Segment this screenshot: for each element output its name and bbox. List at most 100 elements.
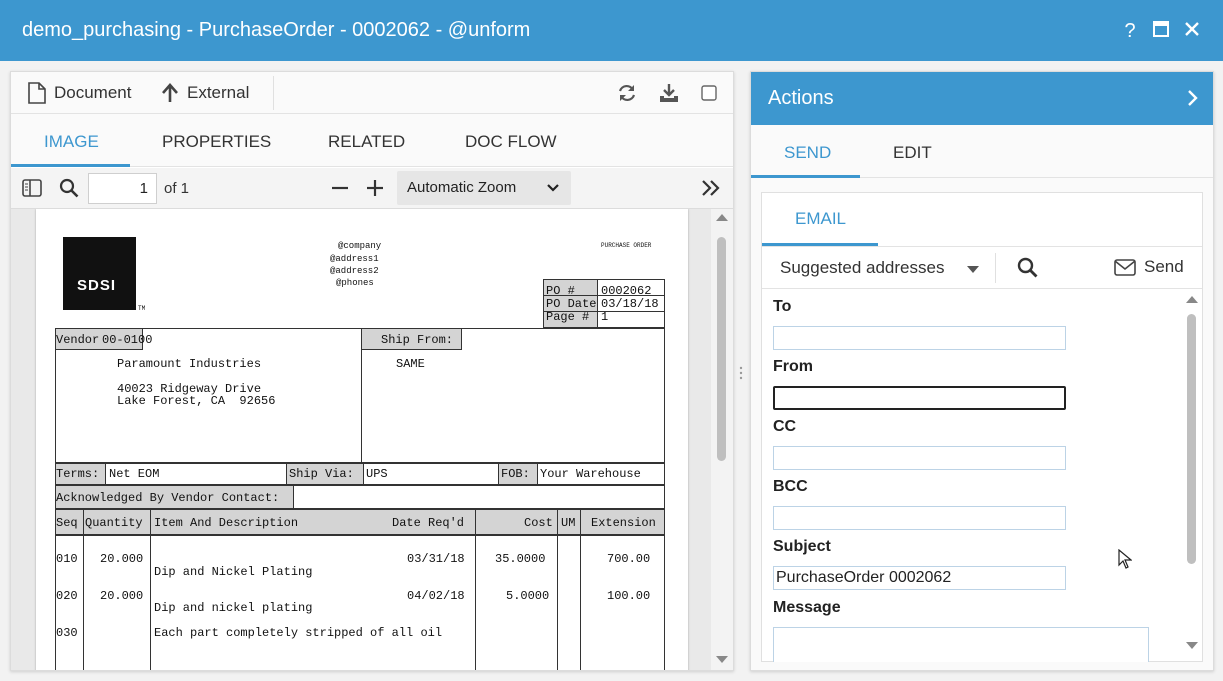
line-quantity: 20.000	[100, 589, 144, 603]
terms-value: Net EOM	[109, 467, 160, 481]
tab-email[interactable]: EMAIL	[795, 209, 846, 229]
po-date-value: 03/18/18	[601, 297, 659, 311]
external-button[interactable]: External	[161, 81, 249, 105]
scroll-down-icon[interactable]	[1186, 642, 1198, 650]
page-number-input[interactable]: 1	[88, 173, 157, 204]
select-checkbox[interactable]	[697, 81, 721, 105]
vendor-id: 00-0100	[102, 333, 153, 347]
search-icon	[59, 178, 79, 198]
tab-properties[interactable]: PROPERTIES	[162, 132, 271, 152]
company-logo: SDSI	[63, 237, 136, 310]
from-label: From	[773, 358, 813, 375]
column-header: Quantity	[85, 516, 143, 530]
line-description: Dip and nickel plating	[154, 601, 313, 615]
zoom-select[interactable]: Automatic Zoom	[397, 171, 571, 205]
chevron-right-icon	[1188, 90, 1198, 106]
bcc-label: BCC	[773, 478, 808, 495]
collapse-panel-button[interactable]	[1187, 88, 1199, 113]
from-field[interactable]	[773, 386, 1066, 410]
to-label: To	[773, 298, 792, 315]
sidebar-toggle-button[interactable]	[20, 176, 44, 200]
tab-image[interactable]: IMAGE	[44, 132, 99, 152]
scroll-down-icon[interactable]	[716, 656, 728, 664]
line-extension: 100.00	[607, 589, 651, 603]
send-button[interactable]: Send	[1114, 257, 1184, 277]
line-date: 03/31/18	[407, 552, 465, 566]
document-button-label: Document	[54, 83, 132, 102]
line-date: 04/02/18	[407, 589, 465, 603]
scroll-up-icon[interactable]	[1186, 295, 1198, 303]
line-cost: 5.0000	[506, 589, 550, 603]
cc-field[interactable]	[773, 446, 1066, 470]
bcc-field[interactable]	[773, 506, 1066, 530]
message-field[interactable]	[773, 627, 1149, 662]
form-scrollbar[interactable]	[1182, 290, 1202, 662]
download-button[interactable]	[657, 81, 681, 105]
suggested-addresses-dropdown[interactable]: Suggested addresses	[780, 258, 944, 278]
caret-down-icon[interactable]	[967, 266, 979, 273]
vendor-label: Vendor	[56, 333, 100, 347]
checkbox-icon	[701, 85, 717, 101]
tab-send[interactable]: SEND	[784, 143, 831, 163]
column-header: Cost	[524, 516, 553, 530]
download-icon	[660, 84, 678, 102]
ship-from-value: SAME	[396, 357, 425, 371]
line-seq: 020	[56, 589, 78, 603]
divider	[557, 509, 558, 670]
document-scrollbar[interactable]	[711, 209, 733, 670]
tools-menu-button[interactable]	[699, 176, 723, 200]
close-icon	[1185, 22, 1199, 36]
ack-label: Acknowledged By Vendor Contact:	[56, 491, 280, 505]
minus-icon	[332, 186, 348, 190]
tab-doc-flow[interactable]: DOC FLOW	[465, 132, 557, 152]
ship-via-value: UPS	[366, 467, 388, 481]
email-card: EMAIL Suggested addresses Send To From C…	[761, 192, 1203, 662]
tab-related[interactable]: RELATED	[328, 132, 405, 152]
document-tabs: IMAGE PROPERTIES RELATED DOC FLOW	[11, 114, 733, 167]
search-icon[interactable]	[1017, 257, 1038, 278]
close-button[interactable]	[1179, 18, 1205, 44]
window-titlebar: demo_purchasing - PurchaseOrder - 000206…	[0, 0, 1223, 61]
line-quantity: 20.000	[100, 552, 144, 566]
form-scroll-thumb[interactable]	[1187, 314, 1196, 564]
maximize-button[interactable]	[1148, 18, 1174, 44]
panel-splitter[interactable]	[738, 366, 744, 380]
scroll-up-icon[interactable]	[716, 213, 728, 221]
subject-field[interactable]: PurchaseOrder 0002062	[773, 566, 1066, 590]
divider	[475, 509, 476, 670]
to-field[interactable]	[773, 326, 1066, 350]
actions-tabs: SEND EDIT	[751, 125, 1213, 178]
document-button[interactable]: Document	[28, 81, 131, 105]
po-number-value: 0002062	[601, 284, 652, 298]
pdf-viewer-toolbar: 1 of 1 Automatic Zoom	[11, 168, 733, 209]
column-header: Seq	[56, 516, 78, 530]
zoom-select-value: Automatic Zoom	[407, 179, 517, 196]
arrow-up-icon	[162, 83, 178, 102]
purchase-order-page: SDSI TM @company @address1 @address2 @ph…	[36, 209, 688, 670]
line-seq: 010	[56, 552, 78, 566]
drag-handle-icon	[739, 366, 743, 380]
external-button-label: External	[187, 83, 250, 102]
plus-icon	[367, 180, 383, 196]
mouse-pointer-icon	[1118, 549, 1132, 569]
page-value: 1	[601, 310, 609, 324]
ship-via-label: Ship Via:	[289, 467, 354, 481]
find-button[interactable]	[57, 176, 81, 200]
logo-trademark: TM	[138, 305, 146, 312]
line-items-body	[55, 535, 665, 670]
logo-text: SDSI	[77, 277, 117, 294]
toolbar-divider	[995, 253, 996, 283]
divider	[580, 509, 581, 670]
zoom-in-button[interactable]	[363, 176, 387, 200]
help-button[interactable]: ?	[1117, 18, 1143, 44]
refresh-button[interactable]	[615, 81, 639, 105]
divider	[150, 509, 151, 670]
column-header: Item And Description	[154, 516, 299, 530]
tab-edit[interactable]: EDIT	[893, 143, 932, 163]
line-description: Each part completely stripped of all oil	[154, 626, 443, 640]
document-scroll-thumb[interactable]	[717, 237, 726, 461]
zoom-out-button[interactable]	[328, 176, 352, 200]
line-seq: 030	[56, 626, 78, 640]
terms-label: Terms:	[56, 467, 100, 481]
document-viewport: SDSI TM @company @address1 @address2 @ph…	[11, 209, 733, 670]
